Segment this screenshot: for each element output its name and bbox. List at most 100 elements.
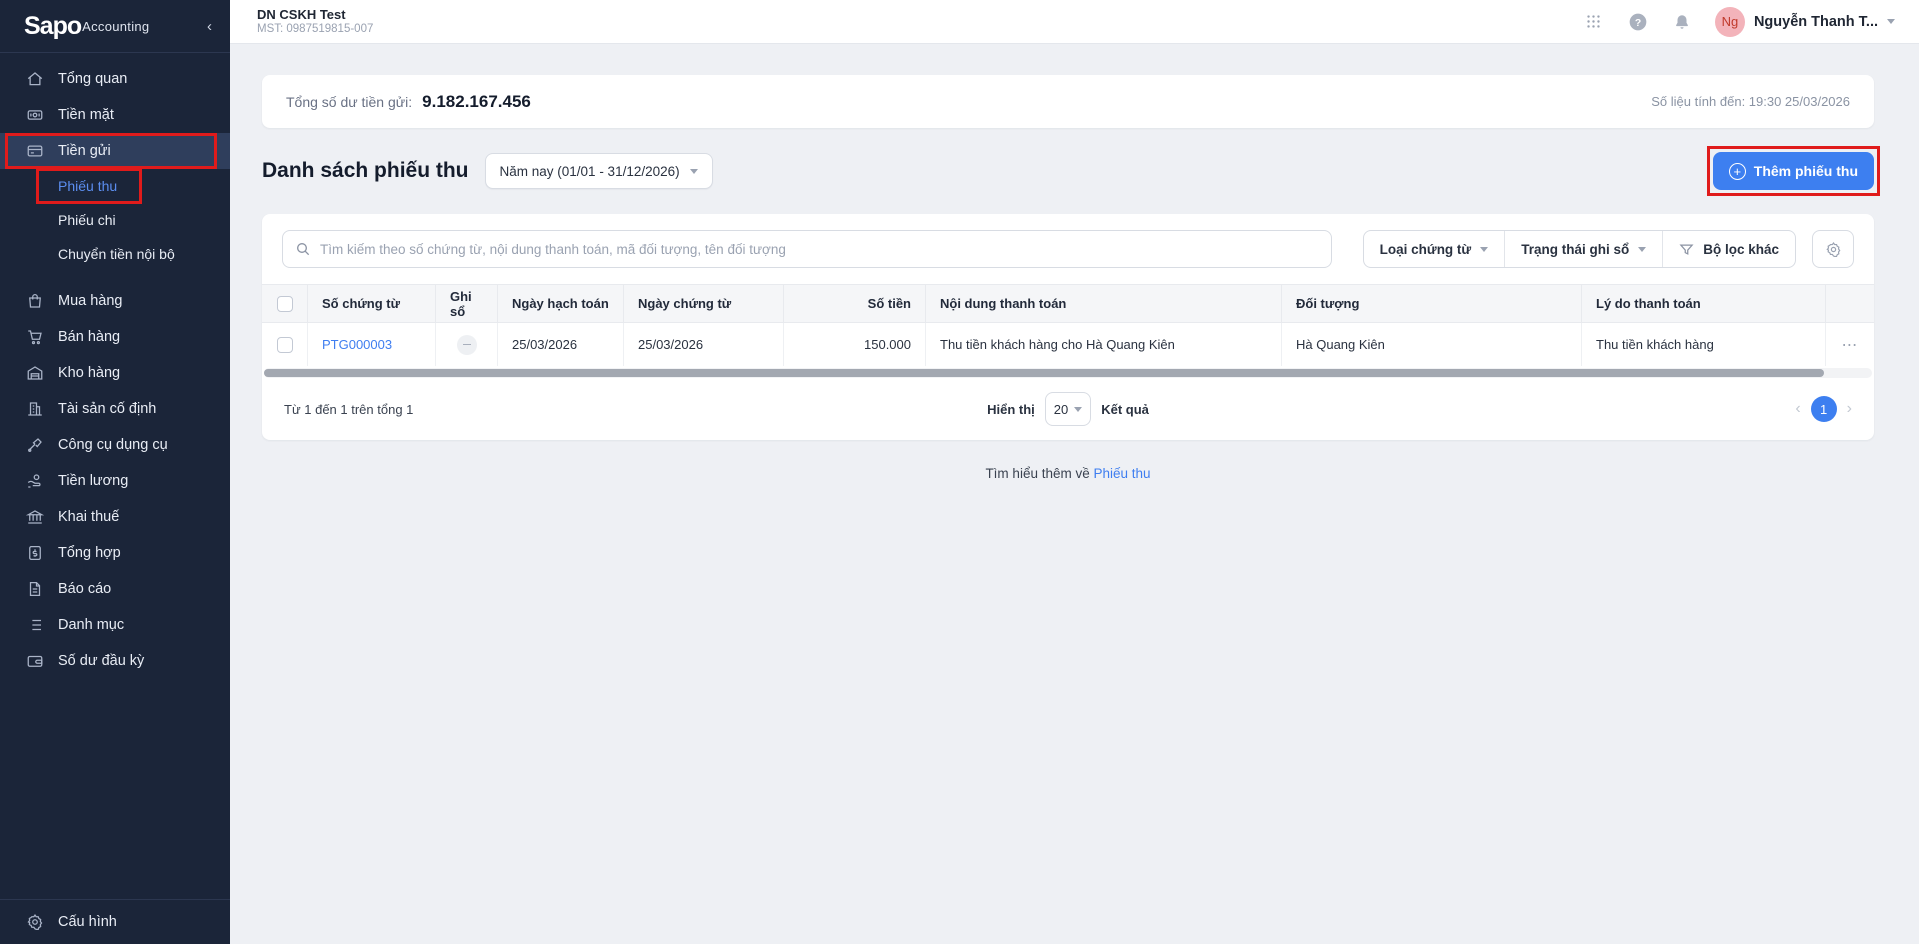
balance-summary-card: Tổng số dư tiền gửi: 9.182.167.456 Số li… [262, 75, 1874, 128]
sidebar-item-tien-luong[interactable]: Tiền lương [0, 463, 230, 499]
row-checkbox[interactable] [276, 336, 293, 353]
ledger-icon [25, 544, 44, 563]
sidebar-item-label: Tổng hợp [58, 545, 121, 561]
header-actions: ? Ng Nguyễn Thanh T... [1583, 6, 1895, 37]
company-name: DN CSKH Test [257, 7, 346, 22]
learn-more-link[interactable]: Phiếu thu [1094, 466, 1151, 481]
tool-icon [25, 436, 44, 455]
description-cell: Thu tiền khách hàng cho Hà Quang Kiên [926, 323, 1282, 366]
column-header-partner[interactable]: Đối tượng [1282, 285, 1582, 322]
column-header-amount[interactable]: Số tiền [784, 285, 926, 322]
record-status-filter[interactable]: Trạng thái ghi sổ [1505, 231, 1664, 267]
row-actions-menu[interactable]: ⋯ [1842, 335, 1859, 355]
funnel-icon [1679, 242, 1694, 257]
sidebar-subitem-chuyen-tien-noi-bo[interactable]: Chuyển tiền nội bộ [0, 237, 230, 271]
sidebar-item-tai-san-co-dinh[interactable]: Tài sản cố định [0, 391, 230, 427]
gear-icon [25, 913, 44, 932]
company-tax-code: MST: 0987519815-007 [257, 23, 374, 35]
table-header-row: Số chứng từ Ghi sổ Ngày hạch toán Ngày c… [262, 284, 1874, 323]
column-header-recorded[interactable]: Ghi sổ [436, 285, 498, 322]
user-menu[interactable]: Ng Nguyễn Thanh T... [1714, 6, 1895, 37]
sidebar-subitem-label: Phiếu chi [58, 212, 116, 228]
sidebar-subitem-phieu-thu[interactable]: Phiếu thu [0, 168, 230, 204]
column-header-code[interactable]: Số chứng từ [308, 285, 436, 322]
list-icon [25, 616, 44, 635]
receipts-table: Số chứng từ Ghi sổ Ngày hạch toán Ngày c… [262, 284, 1874, 366]
shopping-cart-icon [25, 328, 44, 347]
sidebar-item-label: Tiền mặt [58, 107, 114, 123]
sidebar-item-kho-hang[interactable]: Kho hàng [0, 355, 230, 391]
sidebar-item-ban-hang[interactable]: Bán hàng [0, 319, 230, 355]
horizontal-scrollbar-thumb[interactable] [264, 369, 1824, 377]
add-receipt-button[interactable]: + Thêm phiếu thu [1712, 152, 1874, 190]
pagination-summary: Từ 1 đến 1 trên tổng 1 [284, 401, 414, 417]
column-header-posting-date[interactable]: Ngày hạch toán [498, 285, 624, 322]
bank-icon [25, 508, 44, 527]
bank-card-icon [25, 142, 44, 161]
company-block[interactable]: DN CSKH Test MST: 0987519815-007 [257, 7, 373, 36]
sidebar-item-label: Số dư đầu kỳ [58, 653, 145, 669]
sidebar-subitem-phieu-chi[interactable]: Phiếu chi [0, 203, 230, 237]
sidebar-item-khai-thue[interactable]: Khai thuế [0, 499, 230, 535]
data-as-of: Số liệu tính đến: 19:30 25/03/2026 [1651, 94, 1850, 109]
sidebar-item-label: Báo cáo [58, 581, 112, 597]
chevron-down-icon [1887, 19, 1895, 24]
sidebar-item-tien-mat[interactable]: Tiền mặt [0, 97, 230, 133]
search-box [282, 230, 1332, 268]
avatar: Ng [1714, 6, 1745, 37]
amount-cell: 150.000 [784, 323, 926, 366]
receipt-code-link[interactable]: PTG000003 [322, 337, 392, 352]
page-size-select[interactable]: 20 [1044, 392, 1092, 426]
results-label: Kết quả [1101, 401, 1149, 417]
sidebar-item-mua-hang[interactable]: Mua hàng [0, 283, 230, 319]
prev-page-icon[interactable]: ‹ [1795, 400, 1800, 418]
page-title: Danh sách phiếu thu [262, 159, 469, 182]
sidebar-subitem-label: Chuyển tiền nội bộ [58, 246, 175, 262]
pager: ‹ 1 › [1795, 396, 1852, 422]
page-size-value: 20 [1053, 401, 1069, 417]
sidebar-item-tong-hop[interactable]: Tổng hợp [0, 535, 230, 571]
other-filters-button[interactable]: Bộ lọc khác [1663, 231, 1795, 267]
sidebar-logo: Sapo Accounting ‹ [0, 0, 230, 52]
sidebar-item-so-du-dau-ky[interactable]: Số dư đầu kỳ [0, 643, 230, 679]
page-size-group: Hiển thị 20 Kết quả [262, 392, 1874, 426]
search-input[interactable] [320, 241, 1319, 257]
sidebar-item-label: Tiền lương [58, 473, 129, 489]
svg-text:?: ? [1635, 17, 1641, 28]
reason-cell: Thu tiền khách hàng [1582, 323, 1826, 366]
other-filters-label: Bộ lọc khác [1703, 241, 1779, 257]
bell-icon[interactable] [1671, 11, 1693, 33]
brand-suffix: Accounting [82, 18, 150, 34]
sidebar-item-cong-cu-dung-cu[interactable]: Công cụ dụng cụ [0, 427, 230, 463]
sidebar-item-label: Khai thuế [58, 509, 120, 525]
column-header-reason[interactable]: Lý do thanh toán [1582, 285, 1826, 322]
sidebar-subitem-label: Phiếu thu [58, 178, 118, 194]
sidebar-item-cau-hinh[interactable]: Cấu hình [0, 900, 230, 944]
sidebar-item-tien-gui[interactable]: Tiền gửi [0, 133, 230, 169]
sidebar-collapse-icon[interactable]: ‹ [207, 18, 212, 35]
doc-type-filter[interactable]: Loại chứng từ [1364, 231, 1506, 267]
user-name: Nguyễn Thanh T... [1753, 13, 1878, 30]
sidebar-item-label: Mua hàng [58, 293, 123, 309]
salary-icon [25, 472, 44, 491]
next-page-icon[interactable]: › [1847, 400, 1852, 418]
sidebar-item-danh-muc[interactable]: Danh mục [0, 607, 230, 643]
sidebar-item-tong-quan[interactable]: Tổng quan [0, 61, 230, 97]
horizontal-scrollbar [264, 368, 1872, 378]
sidebar-item-bao-cao[interactable]: Báo cáo [0, 571, 230, 607]
table-settings-button[interactable] [1812, 230, 1854, 268]
apps-grid-icon[interactable] [1583, 11, 1605, 33]
select-all-checkbox[interactable] [276, 295, 293, 312]
page-number-button[interactable]: 1 [1810, 396, 1837, 422]
plus-icon: + [1728, 162, 1746, 180]
column-header-description[interactable]: Nội dung thanh toán [926, 285, 1282, 322]
column-header-doc-date[interactable]: Ngày chứng từ [624, 285, 784, 322]
sidebar-item-label: Danh mục [58, 617, 125, 633]
help-icon[interactable]: ? [1627, 11, 1649, 33]
chevron-down-icon [1638, 246, 1647, 252]
add-receipt-label: Thêm phiếu thu [1753, 163, 1858, 179]
learn-more-row: Tìm hiểu thêm về Phiếu thu [262, 466, 1874, 481]
main-area: DN CSKH Test MST: 0987519815-007 ? Ng Ng… [230, 0, 1919, 944]
period-dropdown[interactable]: Năm nay (01/01 - 31/12/2026) [484, 153, 713, 189]
doc-date-cell: 25/03/2026 [624, 323, 784, 366]
